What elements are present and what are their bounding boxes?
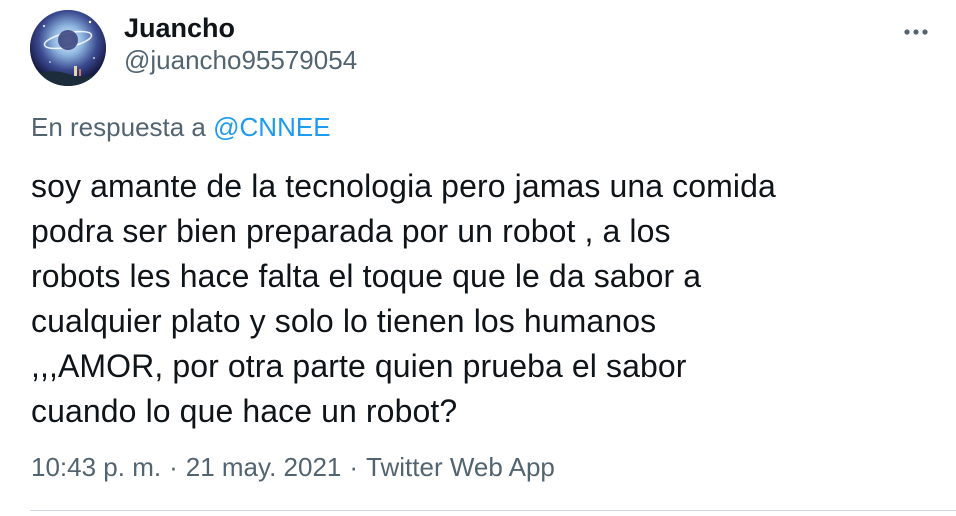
tweet-card: Juancho @juancho95579054 En respuesta a … <box>0 0 956 516</box>
meta-separator: · <box>169 452 178 482</box>
tweet-text: soy amante de la tecnologia pero jamas u… <box>31 168 776 429</box>
meta-separator: · <box>349 452 359 482</box>
tweet-date-link[interactable]: 21 may. 2021 <box>186 452 342 482</box>
tweet-time-link[interactable]: 10:43 p. m. <box>31 452 161 482</box>
display-name[interactable]: Juancho <box>124 13 235 43</box>
reply-context: En respuesta a @CNNEE <box>31 111 331 143</box>
avatar[interactable] <box>30 10 106 86</box>
planet-avatar-icon <box>30 10 106 86</box>
user-handle[interactable]: @juancho95579054 <box>124 45 357 75</box>
tweet-source-link[interactable]: Twitter Web App <box>366 452 555 482</box>
more-options-button[interactable] <box>898 14 934 50</box>
reply-prefix: En respuesta a <box>31 112 206 142</box>
more-dots-icon <box>904 29 928 35</box>
reply-mention-link[interactable]: @CNNEE <box>213 112 330 142</box>
divider <box>30 510 956 511</box>
tweet-metadata: 10:43 p. m. · 21 may. 2021 · Twitter Web App <box>31 451 555 483</box>
